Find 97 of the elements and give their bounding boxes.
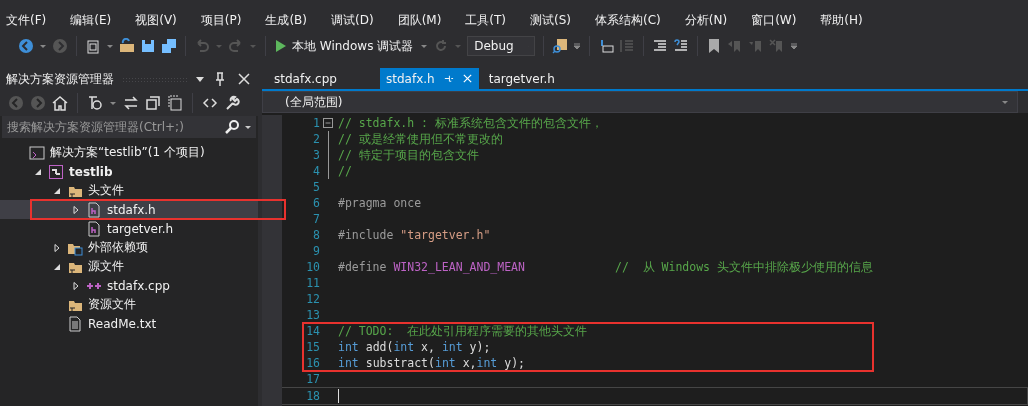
play-icon (276, 40, 286, 52)
wrench-icon[interactable] (224, 95, 240, 111)
sync-icon[interactable] (123, 95, 139, 111)
overflow-icon[interactable] (790, 42, 799, 50)
open-folder-icon[interactable] (119, 38, 135, 54)
code-line: #define WIN32_LEAN_AND_MEAN // 从 Windows 头文件中排除极少使用的信息 (337, 259, 873, 275)
search-icon[interactable] (224, 119, 240, 135)
line-number: 13 (305, 308, 320, 322)
line-number: 11 (305, 276, 320, 290)
solution-icon (29, 144, 45, 161)
line-number: 8 (312, 228, 320, 242)
back-icon[interactable] (18, 38, 34, 54)
tree-item[interactable]: 资源文件 (0, 295, 258, 314)
line-number: 6 (312, 196, 320, 210)
menu-item[interactable]: 体系结构(C) (593, 11, 669, 29)
header-file-icon (86, 201, 102, 218)
line-number: 4 (312, 164, 320, 178)
expanded-arrow-icon[interactable] (53, 262, 61, 271)
menu-item[interactable]: 生成(B) (263, 11, 315, 29)
tree-item[interactable]: stdafx.cpp (0, 276, 258, 295)
pin-icon[interactable] (442, 73, 454, 84)
line-number: 17 (305, 372, 320, 386)
outdent-icon[interactable] (598, 38, 615, 54)
line-number: 2 (312, 132, 320, 146)
comment-lines-icon[interactable] (652, 38, 669, 54)
collapse-icon[interactable] (323, 118, 333, 128)
collapsed-arrow-icon[interactable] (72, 281, 80, 290)
uncomment-lines-icon[interactable] (673, 38, 690, 54)
close-icon[interactable] (236, 71, 252, 87)
menu-item[interactable]: 视图(V) (133, 11, 185, 29)
tree-item[interactable]: 外部依赖项 (0, 238, 258, 257)
header-file-icon (86, 220, 102, 237)
tree-item[interactable]: targetver.h (0, 219, 258, 238)
menu-item[interactable]: 工具(T) (463, 11, 515, 29)
line-number: 3 (312, 148, 320, 162)
line-number: 7 (312, 212, 320, 226)
panel-title: 解决方案资源管理器 (6, 70, 114, 88)
expanded-arrow-icon[interactable] (34, 167, 42, 176)
overflow-icon[interactable] (573, 42, 582, 50)
code-line: #pragma once (337, 196, 422, 210)
tab-label: stdafx.cpp (274, 71, 337, 86)
tree-item[interactable]: ReadMe.txt (0, 314, 258, 333)
code-line: #include "targetver.h" (337, 228, 491, 242)
show-all-files-icon[interactable] (167, 95, 183, 111)
line-number: 5 (312, 180, 320, 194)
code-line: // 特定于项目的包含文件 (337, 147, 479, 163)
menu-item[interactable]: 团队(M) (395, 11, 450, 29)
menu-item[interactable]: 帮助(H) (818, 11, 871, 29)
scope-dropdown[interactable]: (全局范围) (262, 91, 1018, 113)
menu-item[interactable]: 分析(N) (682, 11, 736, 29)
code-line: // 或是经常使用但不常更改的 (337, 131, 503, 147)
tree-item[interactable]: 解决方案“testlib”(1 个项目) (0, 143, 258, 162)
code-line: int substract(int x,int y); (337, 356, 525, 370)
menu-item[interactable]: 窗口(W) (749, 11, 805, 29)
line-number: 18 (305, 389, 320, 403)
collapsed-arrow-icon[interactable] (53, 243, 61, 252)
dropdown-arrow-icon (1001, 98, 1009, 106)
menu-item[interactable]: 调试(D) (329, 11, 382, 29)
editor-tab[interactable]: stdafx.cpp (268, 68, 376, 89)
save-icon[interactable] (140, 38, 156, 54)
tab-label: targetver.h (488, 71, 555, 86)
code-line: // TODO: 在此处引用程序需要的其他头文件 (337, 323, 588, 339)
find-in-files-icon[interactable] (552, 38, 569, 54)
line-number: 10 (305, 260, 320, 274)
menu-item[interactable]: 文件(F) (4, 11, 55, 29)
line-number: 12 (305, 292, 320, 306)
dropdown-arrow-icon[interactable] (196, 75, 204, 83)
search-field[interactable]: 搜索解决方案资源管理器(Ctrl+;) (2, 116, 256, 138)
collapse-all-icon[interactable] (145, 95, 161, 111)
tab-label: stdafx.h (386, 71, 435, 86)
line-number: 1 (312, 116, 320, 130)
expanded-arrow-icon[interactable] (53, 186, 61, 195)
text-file-icon (67, 315, 83, 332)
line-number: 15 (305, 340, 320, 354)
line-number: 16 (305, 356, 320, 370)
tree-item[interactable]: testlib (0, 162, 258, 181)
line-number: 9 (312, 244, 320, 258)
code-line: int add(int x, int y); (337, 340, 491, 354)
project-icon (48, 163, 64, 180)
menu-item[interactable]: 项目(P) (198, 11, 250, 29)
collapsed-arrow-icon[interactable] (72, 205, 80, 214)
home-icon[interactable] (52, 95, 68, 111)
editor-tab[interactable]: targetver.h (482, 68, 561, 89)
editor-tab[interactable]: stdafx.h (380, 68, 479, 89)
configuration-dropdown[interactable]: Debug (467, 36, 536, 56)
line-number: 14 (305, 324, 320, 338)
pending-changes-icon[interactable] (87, 95, 103, 111)
menu-item[interactable]: 编辑(E) (68, 11, 120, 29)
dropdown-arrow-icon[interactable] (244, 123, 252, 131)
tree-item[interactable]: 头文件 (0, 181, 258, 200)
save-all-icon[interactable] (161, 38, 177, 54)
code-line: // (337, 164, 352, 178)
menu-item[interactable]: 测试(S) (528, 11, 580, 29)
start-debugging-button[interactable]: 本地 Windows 调试器 (274, 35, 416, 57)
code-line: // stdafx.h : 标准系统包含文件的包含文件， (337, 115, 603, 131)
new-project-icon[interactable] (85, 38, 101, 54)
tree-item[interactable]: 源文件 (0, 257, 258, 276)
